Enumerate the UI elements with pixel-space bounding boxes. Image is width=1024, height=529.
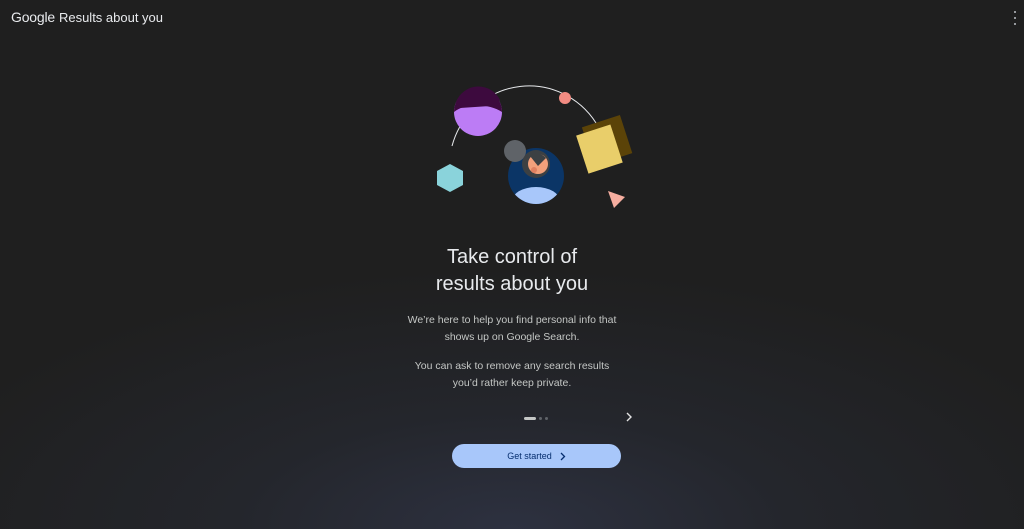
next-slide-button[interactable] bbox=[622, 410, 636, 424]
page-title: Take control of results about you bbox=[362, 244, 662, 298]
brand-logo[interactable]: Google Results about you bbox=[11, 9, 163, 25]
intro-paragraph: We’re here to help you find personal inf… bbox=[362, 312, 662, 346]
intro-line-2: shows up on Google Search. bbox=[444, 331, 580, 343]
get-started-label: Get started bbox=[507, 451, 552, 461]
intro-line-1: We’re here to help you find personal inf… bbox=[407, 314, 617, 326]
chevron-right-icon bbox=[626, 412, 632, 422]
top-bar: Google Results about you bbox=[0, 0, 1024, 34]
product-name: Results about you bbox=[58, 10, 164, 25]
chevron-right-icon bbox=[560, 452, 566, 460]
person-avatar bbox=[504, 140, 564, 204]
coral-dot-shape bbox=[559, 92, 571, 104]
pager-dot-2[interactable] bbox=[539, 416, 542, 420]
title-line-2: results about you bbox=[435, 273, 589, 295]
pager-dot-1[interactable] bbox=[524, 416, 536, 420]
get-started-button[interactable]: Get started bbox=[452, 444, 621, 468]
removal-line-1: You can ask to remove any search results bbox=[414, 360, 610, 372]
removal-paragraph: You can ask to remove any search results… bbox=[362, 358, 662, 392]
pager-dot-3[interactable] bbox=[545, 416, 548, 420]
hero-illustration bbox=[437, 85, 633, 208]
carousel-pager bbox=[524, 415, 548, 421]
results-about-you-page: Google Results about you Take control of… bbox=[0, 0, 1024, 529]
title-line-1: Take control of bbox=[446, 246, 578, 268]
peach-triangle-shape bbox=[608, 191, 625, 208]
removal-line-2: you’d rather keep private. bbox=[452, 377, 572, 389]
more-vert-icon[interactable] bbox=[1011, 11, 1019, 25]
teal-hexagon-shape bbox=[437, 164, 463, 192]
google-wordmark: Google bbox=[11, 9, 55, 25]
